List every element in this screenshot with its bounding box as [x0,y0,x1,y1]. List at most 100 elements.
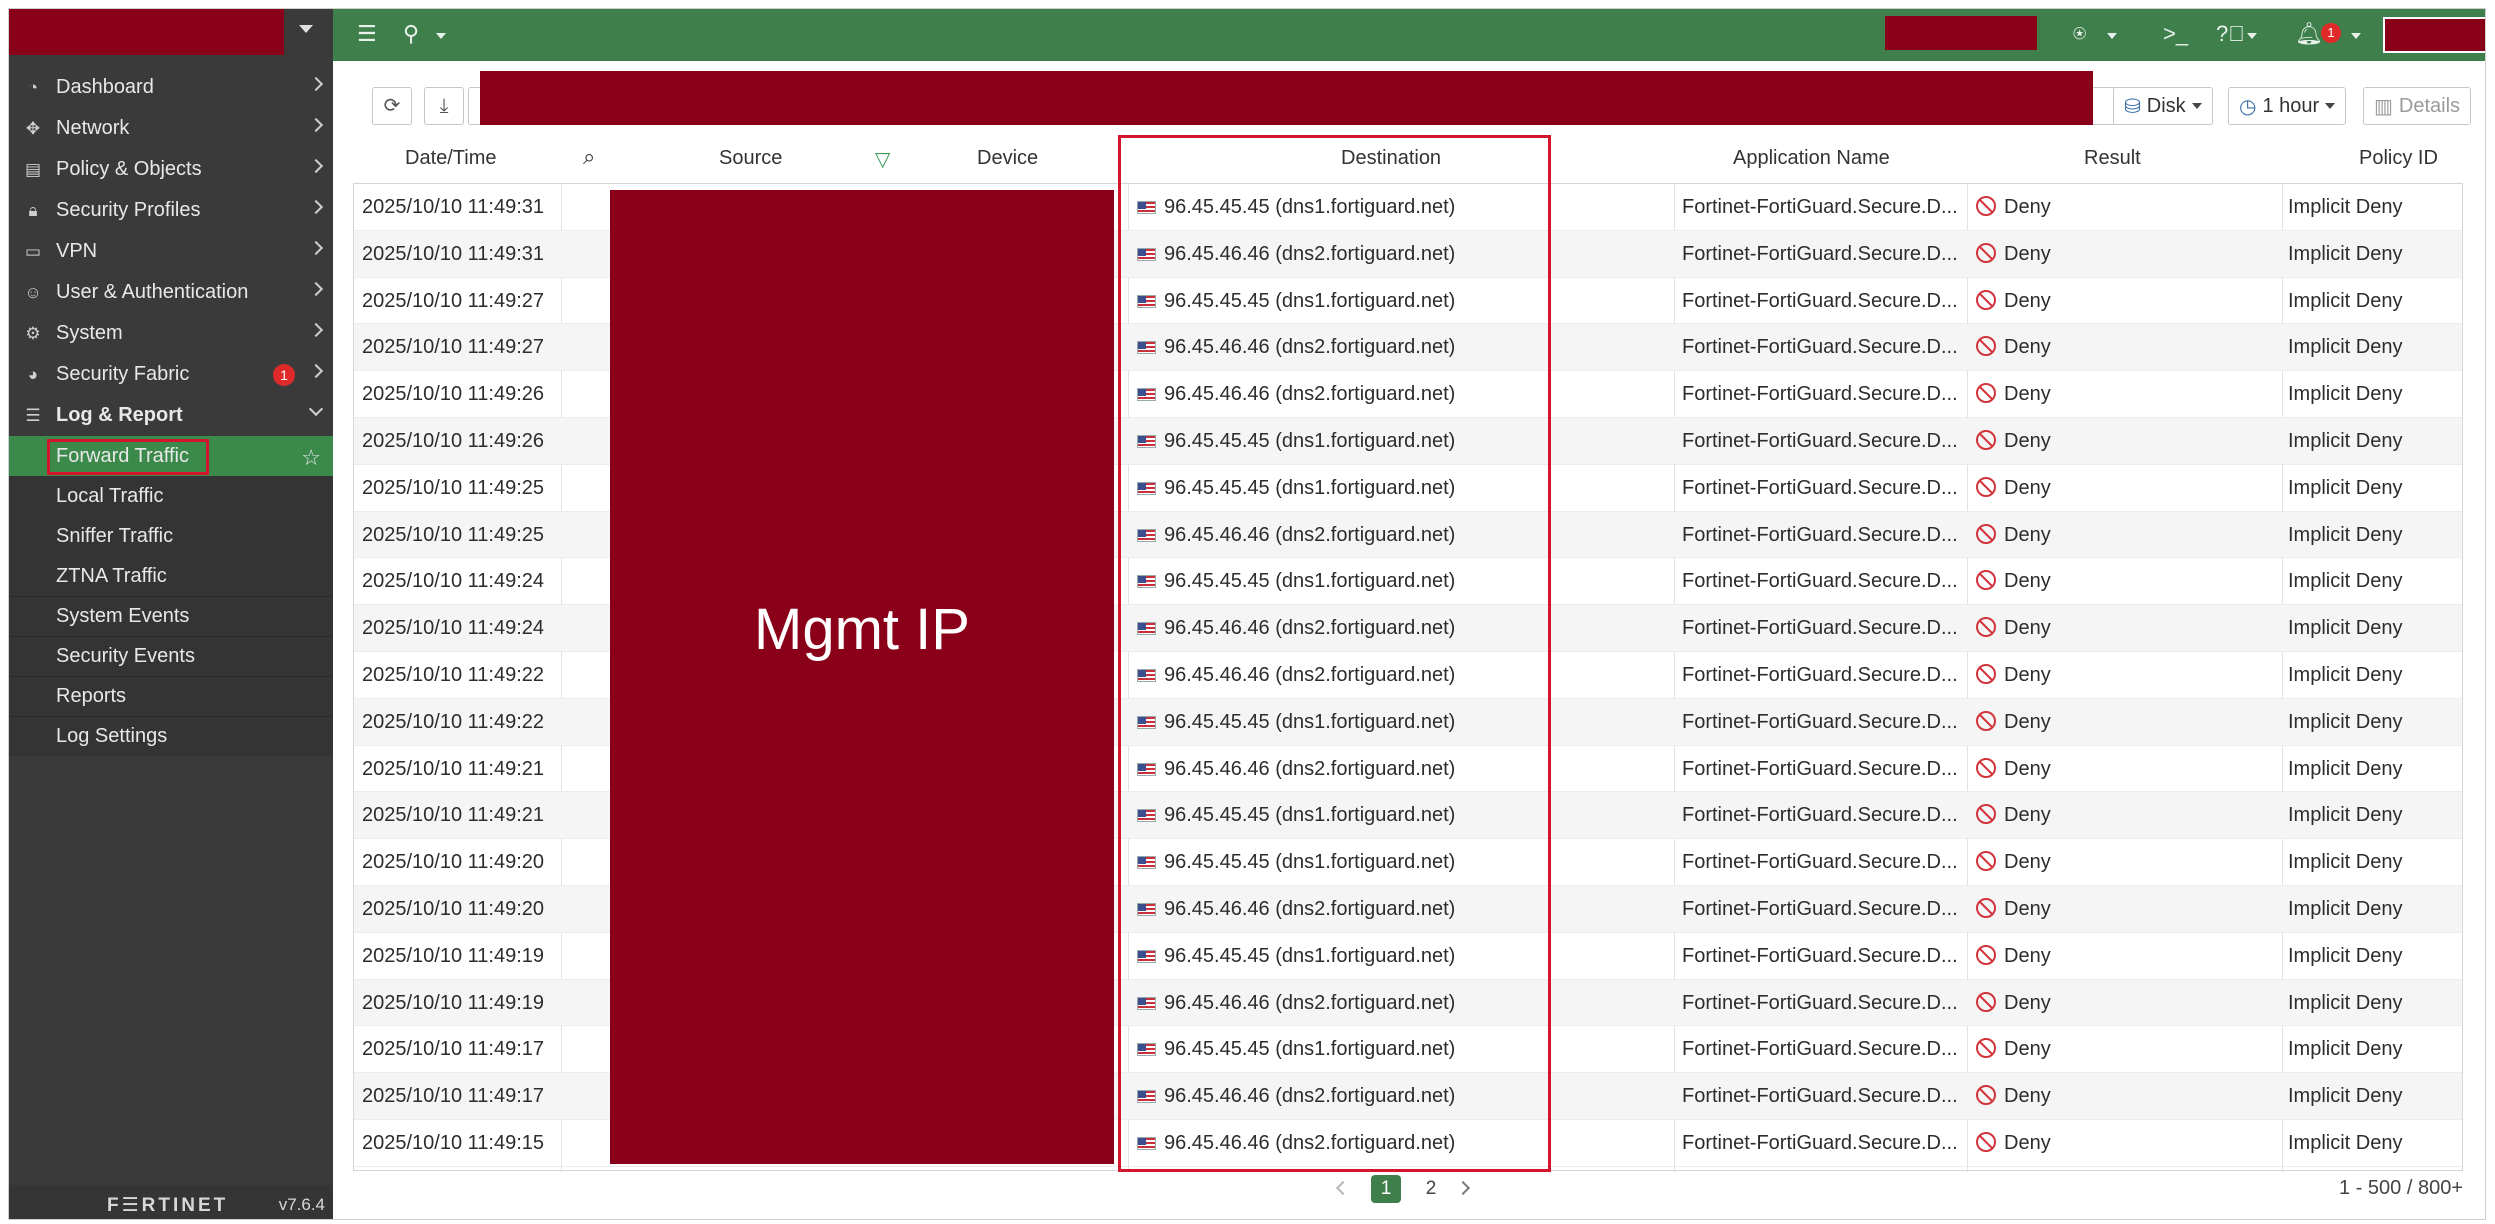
result-text: Deny [2004,1038,2051,1061]
sidebar-item-system-events[interactable]: System Events [9,596,333,636]
sidebar-item-log-report[interactable]: ☰ Log & Report [9,395,333,436]
details-panel-icon: ▥ [2374,95,2393,118]
sidebar-item-label: Dashboard [56,76,154,98]
log-report-submenu: Forward Traffic ☆ Local Traffic Sniffer … [9,436,333,756]
result-text: Deny [2004,710,2051,733]
cell-result: Deny [1976,196,2051,219]
page-button-1[interactable]: 1 [1371,1175,1401,1203]
column-header-source[interactable]: Source [719,147,782,170]
result-count: 1 - 500 / 800+ [2339,1177,2463,1199]
sidebar-item-log-settings[interactable]: Log Settings [9,716,333,756]
filter-icon[interactable]: ▽ [875,147,890,172]
column-header-result[interactable]: Result [2084,147,2141,170]
app-window: ◔ Dashboard ✥ Network ▤ Policy & Objects… [8,8,2486,1220]
cell-policy-id: Implicit Deny [2288,1085,2403,1108]
sidebar-item-user-auth[interactable]: ☺ User & Authentication [9,272,333,313]
sidebar-item-local-traffic[interactable]: Local Traffic [9,476,333,516]
result-text: Deny [2004,336,2051,359]
deny-icon [1976,523,1996,544]
deny-icon [1976,289,1996,310]
cell-policy-id: Implicit Deny [2288,991,2403,1014]
cell-datetime: 2025/10/10 11:49:31 [362,196,545,218]
next-page-icon[interactable] [1455,1180,1471,1196]
time-range-dropdown[interactable]: ◷ 1 hour [2228,87,2347,125]
cell-result: Deny [1976,523,2051,547]
cli-console-icon[interactable]: >_ [2163,21,2188,47]
time-range-label: 1 hour [2262,94,2320,117]
cell-datetime: 2025/10/10 11:49:25 [362,523,545,546]
gear-icon: ⚙ [25,324,41,343]
chart-icon: ☰ [25,406,41,425]
sidebar-item-vpn[interactable]: ▭ VPN [9,231,333,272]
hamburger-menu-icon[interactable]: ☰ [357,21,377,47]
sidebar-item-policy-objects[interactable]: ▤ Policy & Objects [9,149,333,190]
deny-icon [1976,1132,1996,1152]
cell-application-name: Fortinet-FortiGuard.Secure.D... [1682,1038,1958,1061]
cell-result: Deny [1976,289,2051,313]
chevron-down-icon[interactable] [2107,33,2117,39]
download-button[interactable]: ⤓ [424,87,464,125]
cell-datetime: 2025/10/10 11:49:26 [362,383,545,406]
sidebar-item-label: Reports [56,685,127,707]
cell-result: Deny [1976,664,2051,687]
sidebar-item-ztna-traffic[interactable]: ZTNA Traffic [9,556,333,596]
column-header-application[interactable]: Application Name [1733,147,1890,170]
deny-icon [1976,898,1996,918]
chevron-down-icon[interactable] [2247,33,2257,39]
previous-page-icon[interactable] [1335,1180,1351,1196]
cell-result: Deny [1976,898,2051,921]
device-selector[interactable] [9,9,333,59]
result-text: Deny [2004,804,2051,827]
search-icon[interactable]: ⚲ [403,21,419,47]
sidebar-item-security-events[interactable]: Security Events [9,636,333,676]
cell-application-name: Fortinet-FortiGuard.Secure.D... [1682,196,1958,218]
network-icon: ✥ [25,119,41,138]
cell-result: Deny [1976,383,2051,406]
page-button-2[interactable]: 2 [1419,1175,1443,1203]
cell-policy-id: Implicit Deny [2288,757,2403,780]
cell-result: Deny [1976,242,2051,266]
sidebar-item-forward-traffic[interactable]: Forward Traffic ☆ [9,436,333,476]
deny-icon [1976,1085,1996,1106]
cell-application-name: Fortinet-FortiGuard.Secure.D... [1682,851,1958,874]
chevron-down-icon [308,401,324,417]
bell-icon[interactable]: 🔔︎ [2295,21,2323,47]
help-icon[interactable]: ?⃝ [2216,21,2245,47]
chevron-right-icon [308,240,324,256]
disk-icon: ⛁ [2124,95,2141,118]
clock-icon: ◷ [2239,95,2257,118]
column-header-policy-id[interactable]: Policy ID [2359,147,2438,170]
details-button[interactable]: ▥ Details [2363,87,2472,125]
cell-policy-id: Implicit Deny [2288,851,2403,874]
cell-result: Deny [1976,617,2051,640]
sidebar-item-system[interactable]: ⚙ System [9,313,333,354]
column-header-datetime[interactable]: Date/Time [405,147,497,170]
cell-datetime: 2025/10/10 11:49:31 [362,242,545,265]
fortinet-logo: F☰RTINET [107,1195,229,1216]
sidebar-item-sniffer-traffic[interactable]: Sniffer Traffic [9,516,333,556]
star-icon[interactable]: ☆ [301,445,321,471]
sidebar-item-reports[interactable]: Reports [9,676,333,716]
chevron-down-icon[interactable] [436,33,446,39]
cell-result: Deny [1976,757,2051,781]
refresh-button[interactable]: ⟳ [372,87,412,125]
sidebar-item-label: Network [56,117,130,139]
admin-icon[interactable]: ⍟ [2073,21,2086,47]
cell-datetime: 2025/10/10 11:49:19 [362,991,545,1014]
sidebar-item-network[interactable]: ✥ Network [9,108,333,149]
result-text: Deny [2004,570,2051,593]
cell-application-name: Fortinet-FortiGuard.Secure.D... [1682,289,1958,312]
log-location-dropdown[interactable]: ⛁ Disk [2113,87,2213,125]
redacted-user-menu[interactable] [2383,17,2485,53]
chevron-down-icon[interactable] [2351,33,2361,39]
cell-policy-id: Implicit Deny [2288,944,2403,967]
cell-datetime: 2025/10/10 11:49:26 [362,430,545,452]
sidebar-item-security-fabric[interactable]: ◕ Security Fabric 1 [9,354,333,395]
column-header-device[interactable]: Device [977,147,1038,170]
deny-icon [1976,851,1996,872]
sidebar-item-dashboard[interactable]: ◔ Dashboard [9,67,333,108]
chevron-down-icon[interactable] [299,25,313,33]
cell-application-name: Fortinet-FortiGuard.Secure.D... [1682,944,1958,967]
sidebar-item-security-profiles[interactable]: 🔒︎ Security Profiles [9,190,333,231]
deny-icon [1976,336,1996,357]
